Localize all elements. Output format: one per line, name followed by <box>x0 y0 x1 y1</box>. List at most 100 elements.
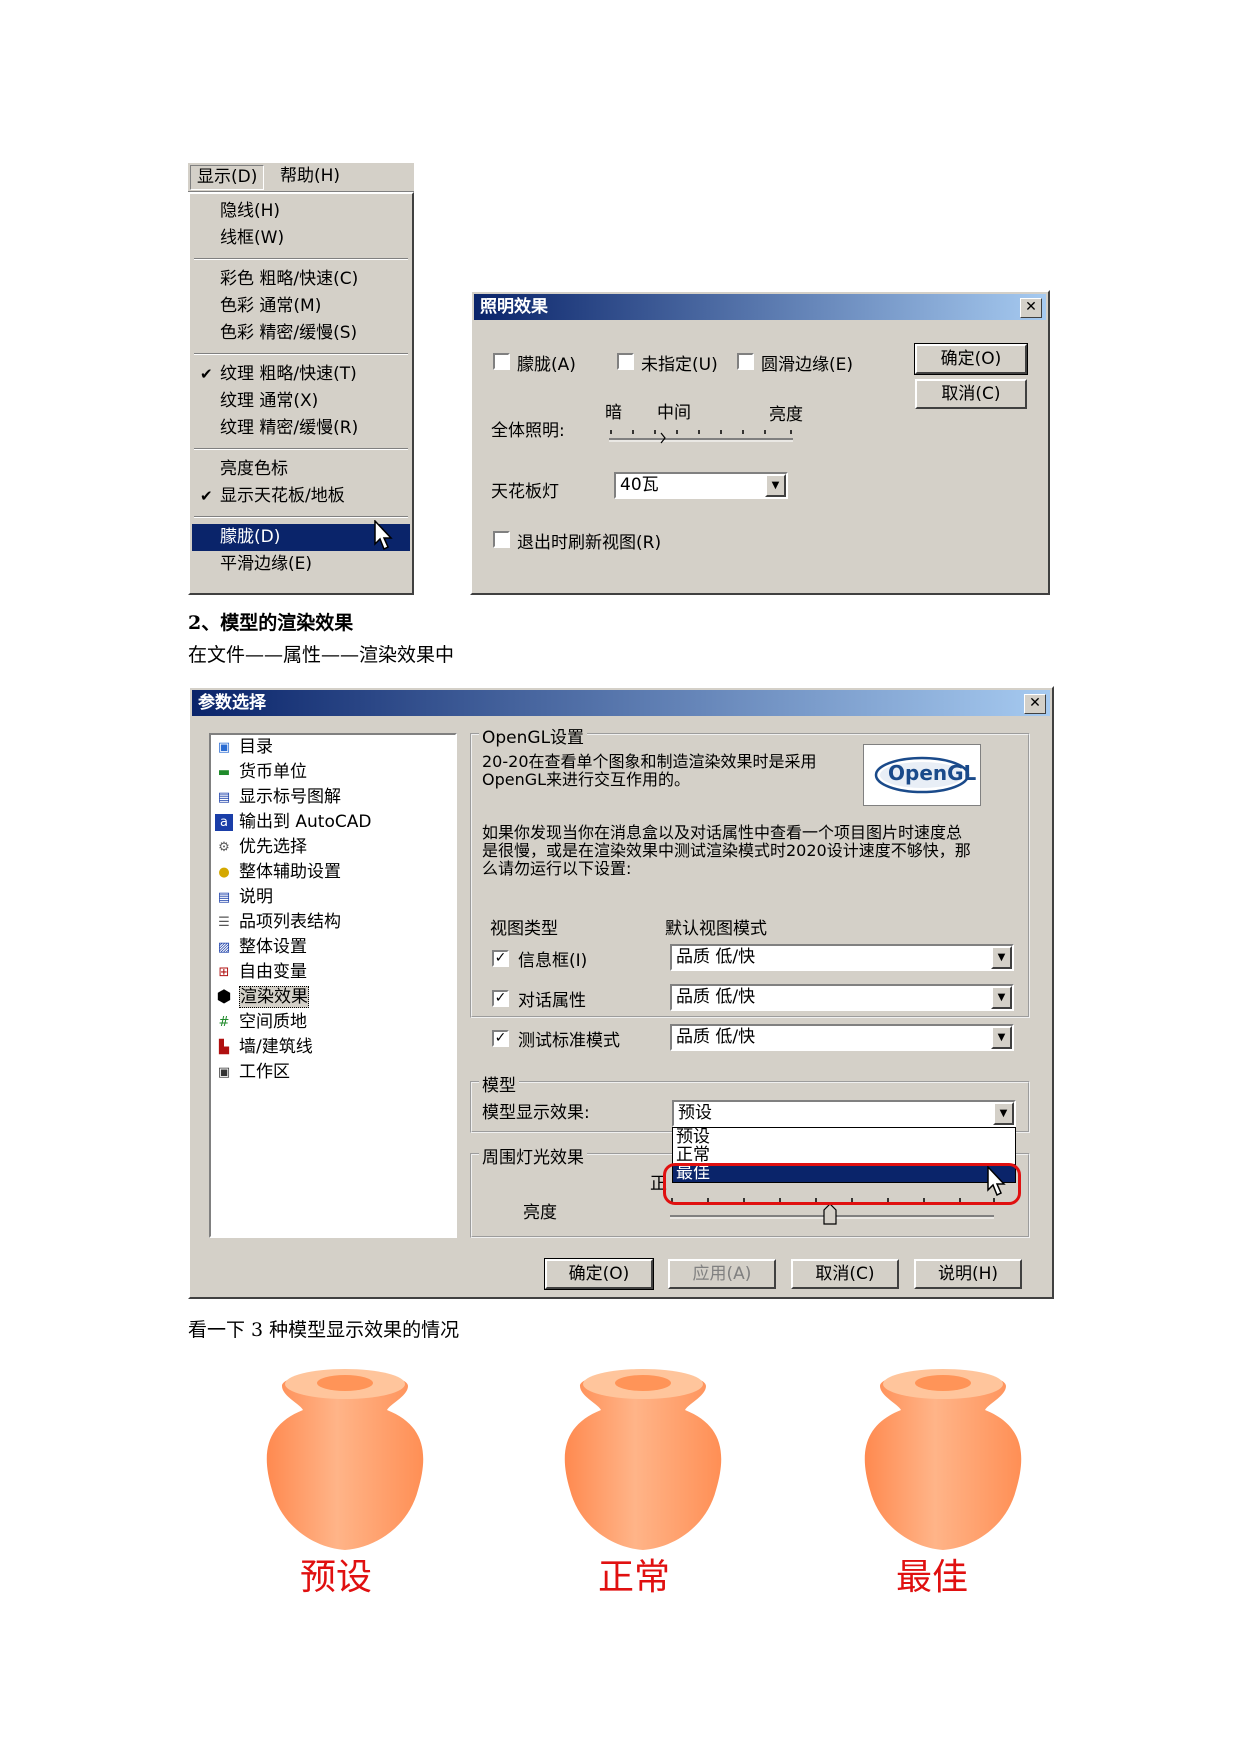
overall-lighting-slider[interactable] <box>607 422 797 446</box>
tree-item-assist[interactable]: ● 整体辅助设置 <box>213 860 341 885</box>
menu-display[interactable]: 显示(D) <box>190 165 265 190</box>
opengl-warning-text: 么请勿运行以下设置: <box>482 859 632 878</box>
tree-item-autocad[interactable]: a 输出到 AutoCAD <box>213 810 371 835</box>
chevron-down-icon[interactable]: ▼ <box>991 986 1012 1009</box>
tree-item-list-structure[interactable]: ☰ 品项列表结构 <box>213 910 341 935</box>
tree-item-label: 输出到 AutoCAD <box>239 812 372 832</box>
money-icon: ▬ <box>217 765 231 780</box>
workspace-icon: ▣ <box>217 1065 231 1080</box>
menu-item-smooth-edges[interactable]: 平滑边缘(E) <box>192 551 410 578</box>
settings-icon: ▨ <box>217 940 231 955</box>
ok-button[interactable]: 确定(O) <box>914 343 1028 375</box>
menu-separator <box>194 448 408 450</box>
cancel-button[interactable]: 取消(C) <box>791 1259 899 1289</box>
info-icon: ▤ <box>217 890 231 905</box>
option-preset[interactable]: 预设 <box>673 1128 1015 1146</box>
smooth-edge-label: 圆滑边缘(E) <box>761 355 854 375</box>
view-type-header: 视图类型 <box>490 919 558 939</box>
autocad-icon: a <box>215 814 233 831</box>
menu-item-texture-fine[interactable]: 纹理 精密/缓慢(R) <box>192 415 410 442</box>
menu-item-hidden-line[interactable]: 隐线(H) <box>192 198 410 225</box>
dialog-props-checkbox[interactable]: ✓ <box>492 990 509 1007</box>
model-group-title: 模型 <box>479 1071 519 1096</box>
tree-item-preferences[interactable]: ⚙ 优先选择 <box>213 835 307 860</box>
menu-item-label: 隐线(H) <box>220 201 281 221</box>
tree-item-label: 墙/建筑线 <box>239 1037 313 1057</box>
preferences-dialog: 参数选择 ✕ ▣ 目录 ▬ 货币单位 ▤ 显示标号图解 a 输出到 AutoCAD ⚙ 优… <box>188 686 1054 1299</box>
test-mode-select[interactable]: 品质 低/快 ▼ <box>670 1024 1014 1051</box>
help-button[interactable]: 说明(H) <box>914 1259 1022 1289</box>
option-normal[interactable]: 正常 <box>673 1146 1015 1164</box>
menu-item-texture-rough[interactable]: ✔ 纹理 粗略/快速(T) <box>192 361 410 388</box>
section-heading: 2、模型的渲染效果 <box>188 612 354 634</box>
menu-item-ceiling-floor[interactable]: ✔ 显示天花板/地板 <box>192 483 410 510</box>
menu-item-label: 平滑边缘(E) <box>220 554 313 574</box>
tree-item-render-effects[interactable]: ⬢ 渲染效果 <box>213 985 309 1010</box>
opengl-logo: OpenGL <box>863 744 981 806</box>
tree-item-label: 品项列表结构 <box>239 912 341 932</box>
test-mode-checkbox[interactable]: ✓ <box>492 1030 509 1047</box>
infobox-mode-select[interactable]: 品质 低/快 ▼ <box>670 944 1014 971</box>
menu-item-label: 显示天花板/地板 <box>220 486 345 506</box>
cancel-button[interactable]: 取消(C) <box>915 379 1027 409</box>
vase-caption-preset: 预设 <box>300 1557 373 1598</box>
tree-item-notes[interactable]: ▤ 说明 <box>213 885 273 910</box>
chevron-down-icon[interactable]: ▼ <box>993 1102 1014 1125</box>
menu-item-brightness-scale[interactable]: 亮度色标 <box>192 456 410 483</box>
mouse-cursor-icon <box>374 520 393 551</box>
menu-separator <box>194 353 408 355</box>
refresh-checkbox[interactable] <box>493 531 510 548</box>
model-display-select[interactable]: 预设 ▼ <box>672 1100 1016 1127</box>
menu-item-label: 线框(W) <box>220 228 285 248</box>
menu-separator <box>194 516 408 518</box>
haze-checkbox[interactable] <box>493 353 510 370</box>
display-menu: 显示(D) 帮助(H) 隐线(H) 线框(W) 彩色 粗略/快速(C) 色彩 通… <box>188 163 414 595</box>
tree-item-label: 货币单位 <box>239 762 307 782</box>
menu-item-color-fine[interactable]: 色彩 精密/缓慢(S) <box>192 320 410 347</box>
checkmark-icon: ✔ <box>200 487 213 505</box>
chevron-down-icon[interactable]: ▼ <box>765 474 786 497</box>
menu-item-label: 纹理 粗略/快速(T) <box>220 364 357 384</box>
default-mode-header: 默认视图模式 <box>665 919 767 939</box>
tree-item-currency[interactable]: ▬ 货币单位 <box>213 760 307 785</box>
chevron-down-icon[interactable]: ▼ <box>991 946 1012 969</box>
tree-item-free-variables[interactable]: ⊞ 自由变量 <box>213 960 307 985</box>
unspecified-label: 未指定(U) <box>641 355 718 375</box>
tree-item-legend[interactable]: ▤ 显示标号图解 <box>213 785 341 810</box>
gear-icon: ⚙ <box>218 840 230 855</box>
tree-item-workspace[interactable]: ▣ 工作区 <box>213 1060 290 1085</box>
tree-item-space-texture[interactable]: # 空间质地 <box>213 1010 307 1035</box>
ceiling-light-select[interactable]: 40瓦 ▼ <box>614 472 788 499</box>
menu-item-texture-normal[interactable]: 纹理 通常(X) <box>192 388 410 415</box>
apply-button[interactable]: 应用(A) <box>668 1259 776 1289</box>
tree-item-global-settings[interactable]: ▨ 整体设置 <box>213 935 307 960</box>
slider-dark-label: 暗 <box>605 403 622 423</box>
grid-icon: # <box>218 1015 230 1030</box>
infobox-checkbox[interactable]: ✓ <box>492 950 509 967</box>
dialog-props-mode-select[interactable]: 品质 低/快 ▼ <box>670 984 1014 1011</box>
chevron-down-icon[interactable]: ▼ <box>991 1026 1012 1049</box>
haze-label: 朦胧(A) <box>517 355 576 375</box>
menu-item-label: 色彩 通常(M) <box>220 296 322 316</box>
menu-help[interactable]: 帮助(H) <box>274 165 346 190</box>
tree-item-label: 自由变量 <box>239 962 307 982</box>
menu-item-label: 彩色 粗略/快速(C) <box>220 269 359 289</box>
comparison-caption: 看一下 3 种模型显示效果的情况 <box>188 1319 460 1341</box>
close-icon[interactable]: ✕ <box>1020 298 1042 318</box>
overall-lighting-label: 全体照明: <box>491 421 565 441</box>
menu-item-color-rough[interactable]: 彩色 粗略/快速(C) <box>192 266 410 293</box>
unspecified-checkbox[interactable] <box>617 353 634 370</box>
close-icon[interactable]: ✕ <box>1024 694 1046 714</box>
tree-item-label: 空间质地 <box>239 1012 307 1032</box>
smooth-edge-checkbox[interactable] <box>737 353 754 370</box>
tree-item-directory[interactable]: ▣ 目录 <box>213 735 273 760</box>
vase-caption-normal: 正常 <box>598 1557 671 1598</box>
checkmark-icon: ✔ <box>200 365 213 383</box>
menu-item-color-normal[interactable]: 色彩 通常(M) <box>192 293 410 320</box>
tree-item-walls[interactable]: ▙ 墙/建筑线 <box>213 1035 313 1060</box>
dialog-title: 照明效果 <box>480 297 548 317</box>
menu-item-wireframe[interactable]: 线框(W) <box>192 225 410 252</box>
test-mode-value: 品质 低/快 <box>676 1027 756 1047</box>
ok-button[interactable]: 确定(O) <box>544 1258 654 1290</box>
test-mode-label: 测试标准模式 <box>518 1031 620 1051</box>
